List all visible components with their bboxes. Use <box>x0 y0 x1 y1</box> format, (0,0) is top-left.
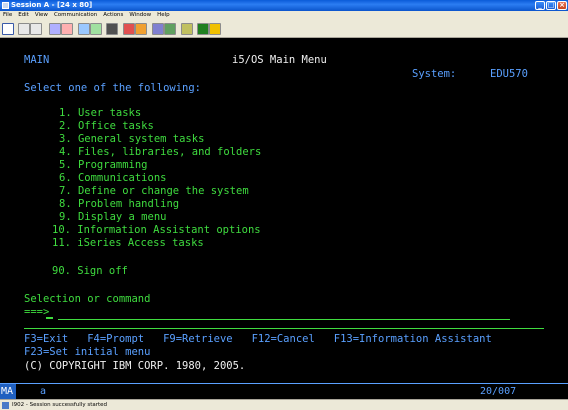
screen-id: MAIN <box>24 54 50 66</box>
record-macro-icon[interactable] <box>123 23 135 35</box>
menu-communication[interactable]: Communication <box>51 11 100 20</box>
system-value: EDU570 <box>490 68 528 80</box>
window-title-bar[interactable]: Session A - [24 x 80] _ □ × <box>0 0 568 11</box>
help-icon[interactable] <box>209 23 221 35</box>
menu-view[interactable]: View <box>32 11 51 20</box>
config-icon[interactable] <box>181 23 193 35</box>
menu-option: 8. Problem handling <box>59 198 180 210</box>
menu-bar: File Edit View Communication Actions Window He… <box>0 11 568 20</box>
function-keys-line2[interactable]: F23=Set initial menu <box>24 346 150 359</box>
keyboard-icon[interactable] <box>90 23 102 35</box>
maximize-button[interactable]: □ <box>546 1 556 10</box>
menu-help[interactable]: Help <box>154 11 173 20</box>
signoff-option: 90. Sign off <box>52 265 128 277</box>
selection-label: Selection or command <box>24 293 151 305</box>
menu-actions[interactable]: Actions <box>100 11 126 20</box>
play-macro-icon[interactable] <box>152 23 164 35</box>
cursor-position: 20/007 <box>480 386 517 397</box>
globe-icon[interactable] <box>197 23 209 35</box>
status-message: I902 - Session successfully started <box>12 402 108 408</box>
menu-file[interactable]: File <box>0 11 15 20</box>
page-title: i5/OS Main Menu <box>232 54 327 66</box>
close-button[interactable]: × <box>557 1 567 10</box>
stop-macro-icon[interactable] <box>135 23 147 35</box>
command-input-underline[interactable] <box>58 319 510 320</box>
status-bar: I902 - Session successfully started <box>0 399 568 410</box>
print-icon[interactable] <box>164 23 176 35</box>
input-mode: a <box>40 386 47 397</box>
copy-icon[interactable] <box>18 23 30 35</box>
menu-option: 3. General system tasks <box>59 133 205 145</box>
menu-option: 2. Office tasks <box>59 120 154 132</box>
menu-option: 1. User tasks <box>59 107 142 119</box>
menu-prompt: Select one of the following: <box>24 82 202 94</box>
menu-option: 5. Programming <box>59 159 148 171</box>
menu-edit[interactable]: Edit <box>15 11 32 20</box>
menu-window[interactable]: Window <box>126 11 154 20</box>
toolbar <box>0 20 568 38</box>
macro-icon[interactable] <box>106 23 118 35</box>
menu-option: 9. Display a menu <box>59 211 167 223</box>
terminal-screen[interactable]: MAIN i5/OS Main Menu System: EDU570 Sele… <box>0 38 568 383</box>
copyright-text: (C) COPYRIGHT IBM CORP. 1980, 2005. <box>24 360 246 372</box>
text-cursor <box>46 317 53 319</box>
menu-option: 11. iSeries Access tasks <box>52 237 204 249</box>
menu-option: 4. Files, libraries, and folders <box>59 146 262 158</box>
session-icon <box>2 2 9 9</box>
display-icon[interactable] <box>2 23 14 35</box>
paste-icon[interactable] <box>30 23 42 35</box>
message-indicator: MA <box>0 384 16 399</box>
receive-file-icon[interactable] <box>61 23 73 35</box>
menu-option: 7. Define or change the system <box>59 185 249 197</box>
status-icon <box>2 402 9 409</box>
system-label: System: <box>412 68 457 80</box>
menu-option: 6. Communications <box>59 172 167 184</box>
menu-option: 10. Information Assistant options <box>52 224 261 236</box>
minimize-button[interactable]: _ <box>535 1 545 10</box>
display-options-icon[interactable] <box>78 23 90 35</box>
send-file-icon[interactable] <box>49 23 61 35</box>
function-keys-line1[interactable]: F3=Exit F4=Prompt F9=Retrieve F12=Cancel… <box>24 333 492 346</box>
window-title: Session A - [24 x 80] <box>11 1 93 9</box>
operator-info-area: MA a 20/007 <box>0 383 568 399</box>
divider <box>24 328 544 329</box>
